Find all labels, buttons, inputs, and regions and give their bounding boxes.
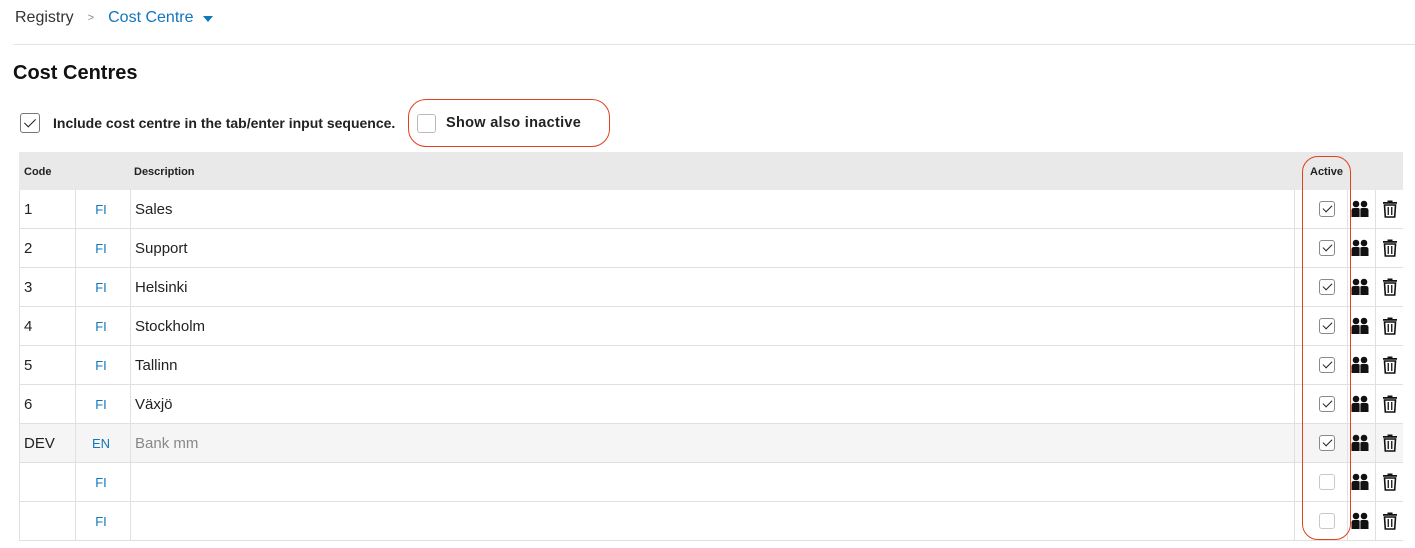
- trash-icon[interactable]: [1382, 199, 1398, 218]
- show-inactive-checkbox[interactable]: [417, 113, 436, 133]
- language-link[interactable]: FI: [77, 397, 125, 412]
- active-checkbox[interactable]: [1319, 396, 1335, 412]
- table-row[interactable]: FI: [19, 502, 1403, 541]
- language-link[interactable]: FI: [77, 514, 125, 529]
- breadcrumb-separator: >: [87, 12, 95, 24]
- language-link[interactable]: FI: [77, 475, 125, 490]
- header-active[interactable]: Active: [1310, 166, 1343, 178]
- users-icon[interactable]: [1351, 278, 1369, 296]
- page-title: Cost Centres: [13, 62, 138, 84]
- table-row[interactable]: 1 FI Sales: [19, 190, 1403, 229]
- cell-code[interactable]: 3: [24, 279, 32, 296]
- trash-icon[interactable]: [1382, 472, 1398, 491]
- users-icon[interactable]: [1351, 317, 1369, 335]
- trash-icon[interactable]: [1382, 394, 1398, 413]
- active-checkbox[interactable]: [1319, 279, 1335, 295]
- active-checkbox[interactable]: [1319, 513, 1335, 529]
- users-icon[interactable]: [1351, 395, 1369, 413]
- caret-down-icon[interactable]: [202, 16, 213, 22]
- language-link[interactable]: FI: [77, 280, 125, 295]
- table-row[interactable]: FI: [19, 463, 1403, 502]
- header-description[interactable]: Description: [134, 166, 195, 178]
- trash-icon[interactable]: [1382, 238, 1398, 257]
- include-tab-sequence-checkbox[interactable]: [20, 113, 40, 133]
- language-link[interactable]: FI: [77, 319, 125, 334]
- breadcrumb: Registry > Cost Centre: [15, 8, 213, 28]
- active-checkbox[interactable]: [1319, 357, 1335, 373]
- include-tab-sequence-option[interactable]: Include cost centre in the tab/enter inp…: [20, 113, 395, 133]
- language-link[interactable]: FI: [77, 202, 125, 217]
- cell-description[interactable]: Bank mm: [135, 435, 198, 452]
- include-tab-sequence-label: Include cost centre in the tab/enter inp…: [53, 115, 396, 131]
- users-icon[interactable]: [1351, 356, 1369, 374]
- users-icon[interactable]: [1351, 434, 1369, 452]
- show-inactive-label: Show also inactive: [446, 115, 582, 131]
- cell-description[interactable]: Helsinki: [135, 279, 188, 296]
- cost-centres-table: Code Description Active 1 FI Sales 2 FI Suppo…: [19, 152, 1403, 541]
- breadcrumb-cost-centre[interactable]: Cost Centre: [108, 9, 193, 27]
- active-checkbox[interactable]: [1319, 474, 1335, 490]
- trash-icon[interactable]: [1382, 511, 1398, 530]
- cell-description[interactable]: Stockholm: [135, 318, 205, 335]
- language-link[interactable]: FI: [77, 358, 125, 373]
- show-inactive-option[interactable]: Show also inactive: [417, 113, 581, 133]
- language-link[interactable]: FI: [77, 241, 125, 256]
- cell-code[interactable]: 4: [24, 318, 32, 335]
- active-checkbox[interactable]: [1319, 201, 1335, 217]
- trash-icon[interactable]: [1382, 316, 1398, 335]
- users-icon[interactable]: [1351, 512, 1369, 530]
- table-row[interactable]: 3 FI Helsinki: [19, 268, 1403, 307]
- table-row[interactable]: 4 FI Stockholm: [19, 307, 1403, 346]
- table-body: 1 FI Sales 2 FI Support 3 FI Helsinki 4 FI Stockhol…: [19, 190, 1403, 541]
- cell-code[interactable]: 5: [24, 357, 32, 374]
- table-row[interactable]: 2 FI Support: [19, 229, 1403, 268]
- table-row[interactable]: 6 FI Växjö: [19, 385, 1403, 424]
- trash-icon[interactable]: [1382, 355, 1398, 374]
- users-icon[interactable]: [1351, 200, 1369, 218]
- cell-description[interactable]: Växjö: [135, 396, 173, 413]
- trash-icon[interactable]: [1382, 277, 1398, 296]
- cell-description[interactable]: Sales: [135, 201, 173, 218]
- cell-description[interactable]: Tallinn: [135, 357, 178, 374]
- table-header: Code Description Active: [19, 152, 1403, 190]
- cell-code[interactable]: 1: [24, 201, 32, 218]
- cell-code[interactable]: 2: [24, 240, 32, 257]
- users-icon[interactable]: [1351, 473, 1369, 491]
- breadcrumb-registry[interactable]: Registry: [15, 9, 74, 27]
- active-checkbox[interactable]: [1319, 435, 1335, 451]
- table-row[interactable]: 5 FI Tallinn: [19, 346, 1403, 385]
- header-divider: [13, 44, 1415, 45]
- cell-code[interactable]: DEV: [24, 435, 55, 452]
- users-icon[interactable]: [1351, 239, 1369, 257]
- header-code[interactable]: Code: [24, 166, 52, 178]
- language-link[interactable]: EN: [77, 436, 125, 451]
- cell-code[interactable]: 6: [24, 396, 32, 413]
- cell-description[interactable]: Support: [135, 240, 188, 257]
- active-checkbox[interactable]: [1319, 240, 1335, 256]
- trash-icon[interactable]: [1382, 433, 1398, 452]
- table-row[interactable]: DEV EN Bank mm: [19, 424, 1403, 463]
- active-checkbox[interactable]: [1319, 318, 1335, 334]
